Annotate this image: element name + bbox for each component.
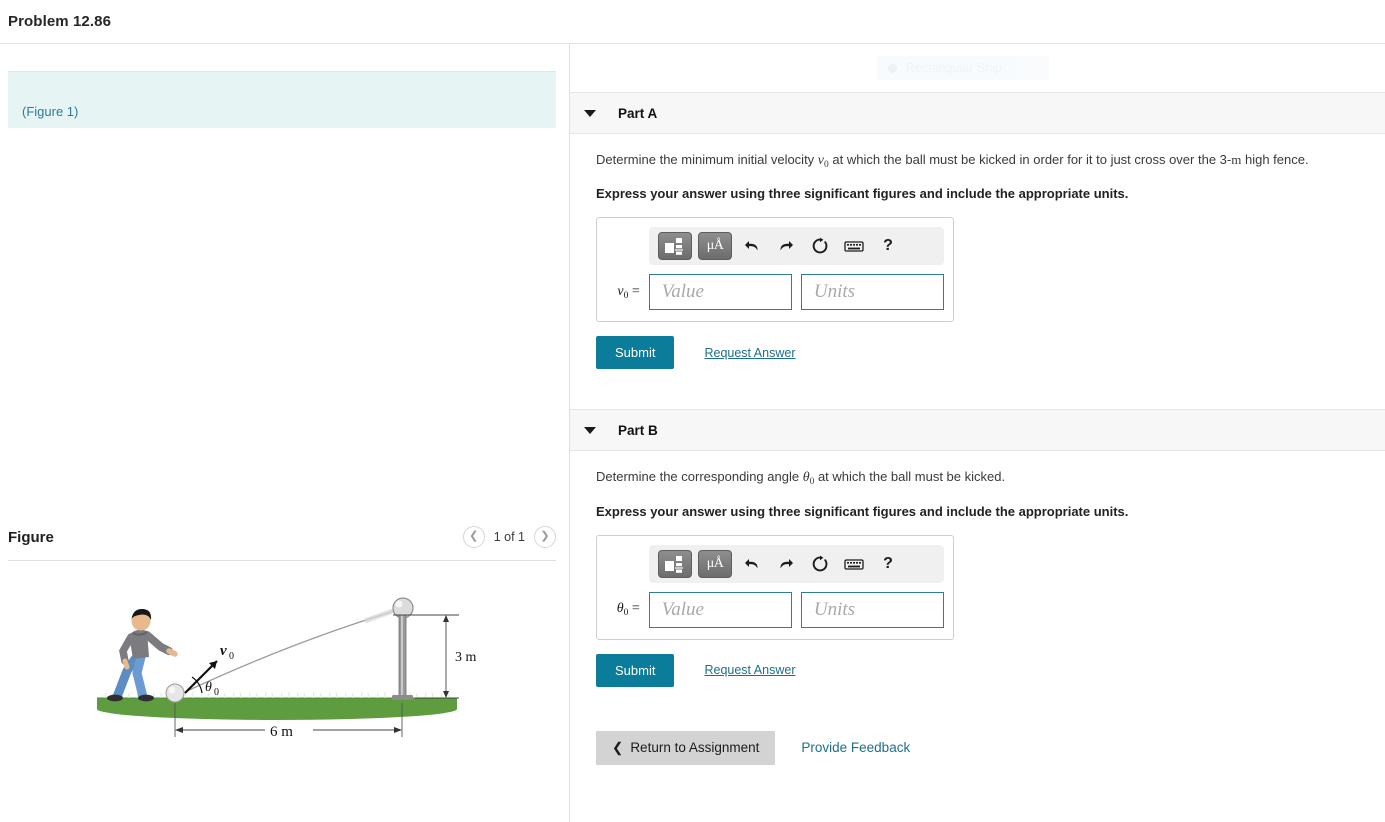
units-label: μÅ <box>706 238 724 254</box>
prompt-text-pre: Determine the minimum initial velocity <box>596 152 818 167</box>
figure-1-link[interactable]: (Figure 1) <box>22 104 78 119</box>
keyboard-icon[interactable] <box>840 233 868 259</box>
page-title: Problem 12.86 <box>8 13 112 30</box>
svg-text:θ: θ <box>205 680 212 695</box>
part-a-toolbar: μÅ ? <box>649 227 944 266</box>
part-a-label: Part A <box>618 105 658 121</box>
part-a-submit-button[interactable]: Submit <box>596 336 675 370</box>
part-b-value-input[interactable]: Value <box>648 591 792 628</box>
right-pane: Rectangular Snip Part A Determine the mi… <box>570 44 1385 822</box>
part-a-value-input[interactable]: Value <box>648 274 792 311</box>
question-mark-icon[interactable]: ? <box>874 233 902 259</box>
provide-feedback-link[interactable]: Provide Feedback <box>801 740 910 755</box>
main-layout: (Figure 1) Figure ❮ 1 of 1 ❯ v 0 θ 0 3 m… <box>0 44 1385 822</box>
part-b-toolbar: μÅ ? <box>649 544 944 583</box>
part-a-request-answer-link[interactable]: Request Answer <box>704 346 795 360</box>
chevron-down-icon[interactable] <box>584 109 596 117</box>
part-b-label: Part B <box>618 422 658 438</box>
answer-equals: = <box>631 601 640 617</box>
part-a-answer-box: μÅ ? v0 = Value Units <box>596 217 954 323</box>
part-b-instruction: Express your answer using three signific… <box>596 503 1129 519</box>
part-b-units-input[interactable]: Units <box>800 591 944 628</box>
part-b-prompt: Determine the corresponding angle θ0 at … <box>596 468 1385 489</box>
answer-var-sub: 0 <box>623 290 629 301</box>
question-mark-icon[interactable]: ? <box>874 551 902 577</box>
figure-toolbar: Figure ❮ 1 of 1 ❯ <box>0 514 570 560</box>
prompt-variable: θ <box>802 470 810 486</box>
prompt-text-mid: at which the ball must be kicked. <box>814 469 1006 485</box>
part-a-submit-row: Submit Request Answer <box>596 336 1385 370</box>
micro-angstrom-icon[interactable]: μÅ <box>698 549 732 578</box>
part-a-section: Part A Determine the minimum initial vel… <box>570 92 1385 370</box>
part-b-submit-button[interactable]: Submit <box>596 653 675 687</box>
return-to-assignment-button[interactable]: ❮ Return to Assignment <box>596 730 776 765</box>
part-a-answer-variable: v0 = <box>606 283 640 301</box>
figure-divider <box>8 560 556 561</box>
redo-arrow-icon[interactable] <box>772 233 800 259</box>
part-a-prompt: Determine the minimum initial velocity v… <box>596 151 1385 172</box>
micro-angstrom-icon[interactable]: μÅ <box>698 232 732 261</box>
svg-text:v: v <box>220 643 227 659</box>
part-b-body: Determine the corresponding angle θ0 at … <box>570 468 1385 687</box>
part-b-request-answer-link[interactable]: Request Answer <box>704 663 795 677</box>
chevron-left-icon: ❮ <box>612 739 624 755</box>
part-a-body: Determine the minimum initial velocity v… <box>570 151 1385 370</box>
chevron-down-icon[interactable] <box>584 426 596 434</box>
answer-var-char: θ <box>616 601 624 617</box>
svg-text:0: 0 <box>229 651 234 662</box>
part-b-header[interactable]: Part B <box>570 409 1385 452</box>
part-a-instruction: Express your answer using three signific… <box>596 186 1129 202</box>
units-placeholder: Units <box>813 281 856 303</box>
part-b-submit-row: Submit Request Answer <box>596 653 1385 687</box>
undo-arrow-icon[interactable] <box>738 233 766 259</box>
prompt-text-post: high fence. <box>1241 152 1309 167</box>
figure-section: Figure ❮ 1 of 1 ❯ v 0 θ 0 3 m 6 m <box>0 514 570 775</box>
part-b-answer-variable: θ0 = <box>606 601 640 618</box>
prompt-text-pre: Determine the corresponding angle <box>596 469 803 485</box>
svg-text:3 m: 3 m <box>455 650 477 665</box>
figure-heading: Figure <box>8 528 54 546</box>
redo-arrow-icon[interactable] <box>772 551 800 577</box>
part-b-section: Part B Determine the corresponding angle… <box>570 409 1385 687</box>
figure-callout-box: (Figure 1) <box>8 71 556 128</box>
chevron-right-icon[interactable]: ❯ <box>534 526 556 548</box>
svg-text:6 m: 6 m <box>270 724 293 740</box>
kicker-figure <box>107 609 178 702</box>
footer-actions: ❮ Return to Assignment Provide Feedback <box>570 730 1385 765</box>
value-placeholder: Value <box>661 598 704 620</box>
app-header: Problem 12.86 <box>0 0 1385 44</box>
answer-var-sub: 0 <box>623 608 629 619</box>
return-label: Return to Assignment <box>630 740 760 756</box>
prompt-text-mid: at which the ball must be kicked in orde… <box>828 152 1232 167</box>
rectangular-snip-overlay: Rectangular Snip <box>877 56 1049 80</box>
part-b-answer-box: μÅ ? θ0 = Value Units <box>596 534 954 640</box>
part-a-header[interactable]: Part A <box>570 92 1385 134</box>
figure-page-count: 1 of 1 <box>493 530 525 544</box>
part-a-units-input[interactable]: Units <box>800 274 944 311</box>
projectile-diagram-svg: v 0 θ 0 3 m 6 m <box>97 597 477 740</box>
left-pane: (Figure 1) Figure ❮ 1 of 1 ❯ v 0 θ 0 3 m… <box>0 44 570 822</box>
units-label: μÅ <box>706 555 724 571</box>
figure-image[interactable]: v 0 θ 0 3 m 6 m <box>0 585 570 775</box>
answer-equals: = <box>631 283 640 299</box>
prompt-unit: m <box>1231 152 1242 167</box>
undo-arrow-icon[interactable] <box>738 551 766 577</box>
chevron-left-icon[interactable]: ❮ <box>462 526 485 548</box>
figure-pager: ❮ 1 of 1 ❯ <box>462 526 556 548</box>
reset-circle-icon[interactable] <box>806 233 834 259</box>
part-a-answer-row: v0 = Value Units <box>606 274 944 311</box>
snip-label: Rectangular Snip <box>906 61 1002 75</box>
part-b-answer-row: θ0 = Value Units <box>606 591 944 628</box>
math-template-icon[interactable] <box>658 232 692 261</box>
math-template-icon[interactable] <box>658 549 692 578</box>
snip-dot-icon <box>888 63 897 73</box>
value-placeholder: Value <box>661 281 704 303</box>
svg-text:0: 0 <box>214 687 219 698</box>
keyboard-icon[interactable] <box>840 551 868 577</box>
reset-circle-icon[interactable] <box>806 551 834 577</box>
units-placeholder: Units <box>813 598 856 620</box>
